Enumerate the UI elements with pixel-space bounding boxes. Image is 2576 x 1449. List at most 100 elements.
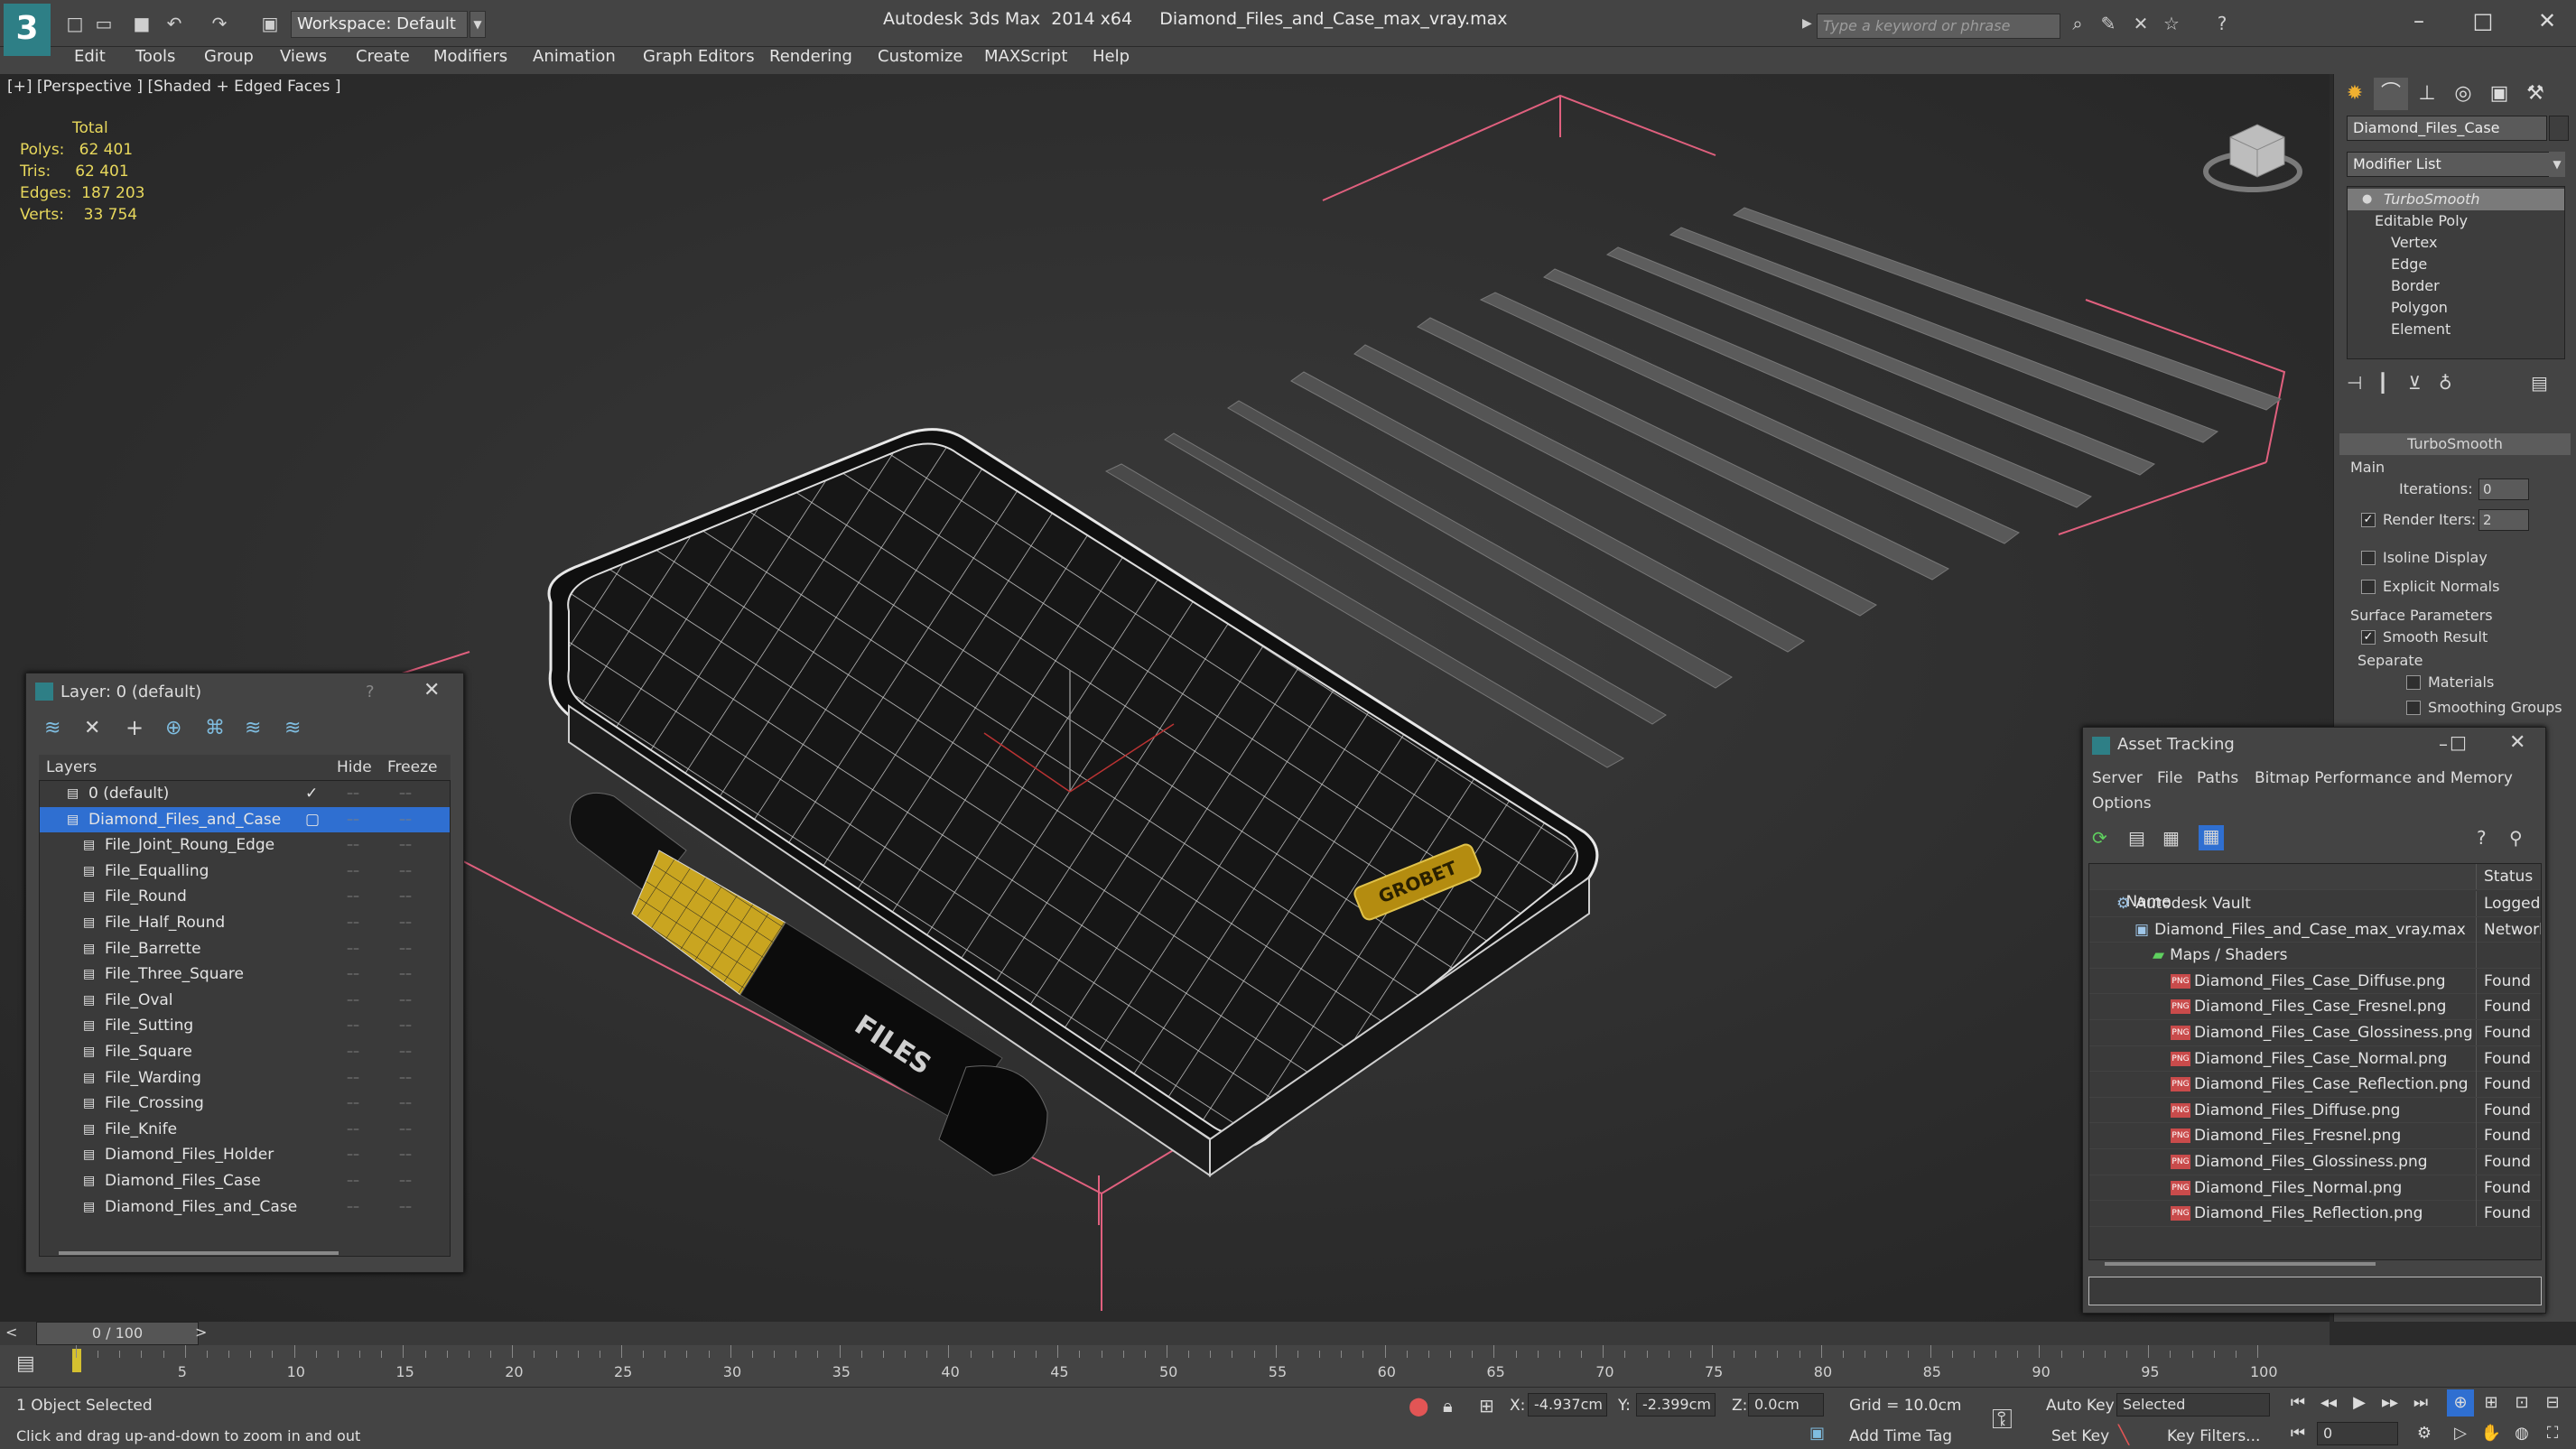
help-icon[interactable]: ? [2210, 13, 2234, 34]
add-time-tag[interactable]: Add Time Tag [1849, 1427, 1952, 1445]
list-view-icon[interactable]: ▤ [2128, 827, 2145, 849]
key-icon[interactable]: ⚿ [1992, 1404, 2013, 1435]
asset-row[interactable]: PNG Diamond_Files_Case_Fresnel.png Found [2089, 994, 2541, 1020]
maximize-icon[interactable]: □ [2459, 5, 2507, 36]
lock-icon[interactable]: 🔒︎ [1443, 1395, 1453, 1416]
stack-item-vertex[interactable]: Vertex [2348, 232, 2564, 254]
layer-row[interactable]: ▤ File_Equalling –– –– [40, 859, 450, 885]
set-key-button[interactable]: Set Key [2051, 1427, 2109, 1445]
help-icon[interactable]: ? [366, 683, 375, 701]
layer-row[interactable]: ▤ File_Warding –– –– [40, 1065, 450, 1091]
zoom-all-icon[interactable]: ⊞ [2478, 1389, 2505, 1416]
asset-row[interactable]: PNG Diamond_Files_Case_Glossiness.png Foun… [2089, 1020, 2541, 1046]
asset-row[interactable]: PNG Diamond_Files_Glossiness.png Found [2089, 1149, 2541, 1175]
stack-item-edge[interactable]: Edge [2348, 254, 2564, 275]
display-tab-icon[interactable]: ▣ [2482, 78, 2516, 110]
motion-tab-icon[interactable]: ◎ [2446, 78, 2480, 110]
layer-row[interactable]: ▤ File_Barrette –– –– [40, 936, 450, 962]
undo-icon[interactable]: ↶ [163, 13, 186, 34]
frame-counter[interactable]: 0 / 100 [36, 1322, 199, 1345]
pin-stack-icon[interactable]: ⊣ [2347, 372, 2362, 394]
freeze-toggle[interactable]: –– [399, 1142, 412, 1167]
configure-sets-icon[interactable]: ▤ [2531, 372, 2548, 394]
layer-row[interactable]: ▤ File_Half_Round –– –– [40, 910, 450, 936]
show-end-result-icon[interactable]: ┃ [2377, 372, 2388, 394]
time-tag-icon[interactable]: ▣ [1809, 1424, 1825, 1443]
hide-toggle[interactable]: –– [347, 1168, 359, 1194]
hide-toggle[interactable]: –– [347, 832, 359, 858]
hide-toggle[interactable]: –– [347, 910, 359, 935]
next-frame-icon[interactable]: ▸▸ [2376, 1389, 2404, 1416]
menu-animation[interactable]: Animation [533, 47, 616, 66]
hide-toggle[interactable]: –– [347, 988, 359, 1013]
hierarchy-tab-icon[interactable]: ⊥ [2410, 78, 2444, 110]
hide-toggle[interactable]: –– [347, 884, 359, 909]
layer-row[interactable]: ▤ File_Knife –– –– [40, 1117, 450, 1143]
maximize-viewport-icon[interactable]: ⛶ [2539, 1420, 2566, 1447]
utilities-tab-icon[interactable]: ⚒ [2518, 78, 2553, 110]
asset-row[interactable]: PNG Diamond_Files_Case_Normal.png Found [2089, 1045, 2541, 1073]
app-logo[interactable]: 3 [4, 4, 51, 56]
search-input[interactable]: Type a keyword or phrase [1817, 14, 2060, 39]
key-mode-icon[interactable]: ⏮ [2284, 1420, 2311, 1447]
smoothing-groups-checkbox[interactable] [2406, 701, 2421, 715]
highlight-layer-icon[interactable]: ⌘ [205, 717, 225, 739]
layer-row[interactable]: ▤ File_Sutting –– –– [40, 1013, 450, 1039]
orbit-icon[interactable]: ◍ [2508, 1420, 2535, 1447]
add-to-layer-icon[interactable]: + [126, 715, 144, 740]
freeze-all-icon[interactable]: ≋ [284, 717, 301, 739]
subscription-icon[interactable]: ✎ [2097, 13, 2120, 34]
isolate-selection-icon[interactable]: ⬤ [1409, 1395, 1428, 1416]
freeze-toggle[interactable]: –– [399, 961, 412, 987]
close-icon[interactable]: ✕ [2509, 731, 2525, 754]
layer-row[interactable]: ▤ File_Oval –– –– [40, 988, 450, 1014]
current-layer-check-icon[interactable]: ✓ [305, 781, 318, 806]
at-menu-file[interactable]: File [2157, 769, 2182, 787]
freeze-toggle[interactable]: –– [399, 859, 412, 884]
selection-set-dropdown[interactable]: Selected [2116, 1393, 2270, 1416]
asset-path-field[interactable] [2088, 1277, 2542, 1305]
redo-icon[interactable]: ↷ [208, 13, 231, 34]
freeze-toggle[interactable]: –– [399, 1013, 412, 1038]
auto-key-button[interactable]: Auto Key [2046, 1397, 2115, 1415]
asset-row[interactable]: PNG Diamond_Files_Case_Diffuse.png Found [2089, 968, 2541, 995]
freeze-toggle[interactable]: –– [399, 988, 412, 1013]
delete-layer-icon[interactable]: ✕ [84, 717, 100, 739]
at-menu-paths[interactable]: Paths [2197, 769, 2238, 787]
select-layer-icon[interactable]: ⊕ [165, 717, 181, 739]
menu-group[interactable]: Group [204, 47, 254, 66]
asset-row[interactable]: PNG Diamond_Files_Reflection.png Found [2089, 1201, 2541, 1227]
close-icon[interactable]: ✕ [2523, 5, 2571, 36]
materials-checkbox[interactable] [2406, 675, 2421, 690]
make-unique-icon[interactable]: ⊻ [2408, 372, 2422, 394]
iterations-spinner[interactable]: 0 [2478, 478, 2529, 500]
asset-row[interactable]: PNG Diamond_Files_Case_Reflection.png Foun… [2089, 1072, 2541, 1098]
refresh-icon[interactable]: ⟳ [2092, 827, 2107, 849]
hide-toggle[interactable]: –– [347, 1065, 359, 1091]
save-icon[interactable]: ■ [130, 13, 153, 34]
layer-row[interactable]: ▤ Diamond_Files_Holder –– –– [40, 1142, 450, 1168]
asset-row[interactable]: ▣ Diamond_Files_and_Case_max_vray.max Netw… [2089, 916, 2541, 943]
modifier-list-dropdown[interactable]: Modifier List [2347, 152, 2565, 177]
layer-row[interactable]: ▤ 0 (default) ✓ –– –– [40, 781, 450, 807]
project-folder-icon[interactable]: ▣ [258, 13, 282, 34]
chevron-down-icon[interactable]: ▼ [2549, 152, 2565, 177]
at-menu-server[interactable]: Server [2092, 769, 2143, 787]
layer-row[interactable]: ▤ File_Square –– –– [40, 1039, 450, 1065]
layer-row[interactable]: ▤ File_Three_Square –– –– [40, 961, 450, 988]
search-expand-icon[interactable]: ▶ [1802, 16, 1812, 31]
freeze-toggle[interactable]: –– [399, 832, 412, 858]
current-frame-field[interactable]: 0 [2317, 1422, 2398, 1445]
asset-row[interactable]: PNG Diamond_Files_Normal.png Found [2089, 1175, 2541, 1202]
layer-row[interactable]: ▤ Diamond_Files_and_Case ▢ –– –– [40, 806, 450, 833]
freeze-toggle[interactable]: –– [399, 1168, 412, 1194]
layer-row[interactable]: ▤ Diamond_Files_Case –– –– [40, 1168, 450, 1194]
menu-help[interactable]: Help [1093, 47, 1130, 66]
isoline-checkbox[interactable] [2361, 551, 2376, 565]
remove-modifier-icon[interactable]: ♁ [2439, 372, 2452, 394]
hide-toggle[interactable]: –– [347, 936, 359, 961]
freeze-toggle[interactable]: –– [399, 781, 412, 806]
maximize-icon[interactable]: □ [2450, 731, 2467, 753]
lightbulb-icon[interactable]: ● [2362, 192, 2372, 206]
render-iters-checkbox[interactable]: ✓ [2361, 513, 2376, 527]
